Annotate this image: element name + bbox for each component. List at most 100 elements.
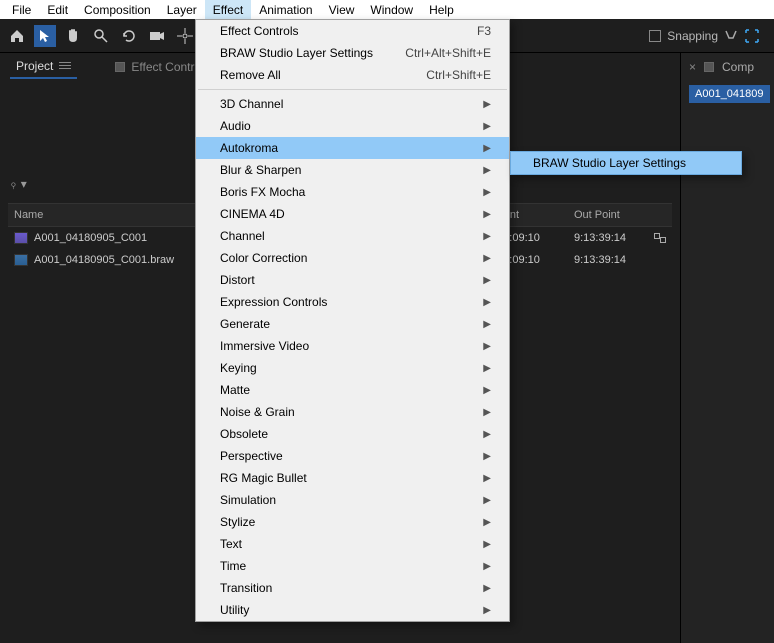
menu-item-category[interactable]: Immersive Video▶ [196, 335, 509, 357]
hand-tool-icon[interactable] [62, 25, 84, 47]
submenu-item[interactable]: BRAW Studio Layer Settings [511, 152, 741, 174]
submenu-arrow-icon: ▶ [483, 385, 491, 396]
menu-item-category[interactable]: Stylize▶ [196, 511, 509, 533]
menu-item-label: Boris FX Mocha [220, 185, 305, 199]
menu-item-label: 3D Channel [220, 97, 283, 111]
menu-item-category[interactable]: Expression Controls ▶ [196, 291, 509, 313]
submenu-arrow-icon: ▶ [483, 583, 491, 594]
menubar: File Edit Composition Layer Effect Anima… [0, 0, 774, 19]
menu-item-label: Simulation [220, 493, 276, 507]
menu-item-label: Text [220, 537, 242, 551]
menu-item-label: Expression Controls [220, 295, 327, 309]
menu-effect[interactable]: Effect [205, 0, 251, 19]
snapping-bounds-icon [744, 28, 760, 44]
menu-item-category[interactable]: Perspective▶ [196, 445, 509, 467]
menu-item-label: Effect Controls [220, 24, 298, 38]
menu-item-category[interactable]: Audio▶ [196, 115, 509, 137]
submenu-arrow-icon: ▶ [483, 187, 491, 198]
menu-item-category[interactable]: Noise & Grain ▶ [196, 401, 509, 423]
menu-item-category[interactable]: Channel ▶ [196, 225, 509, 247]
comp-chip[interactable]: A001_041809 [689, 85, 770, 103]
menu-item-category[interactable]: Obsolete▶ [196, 423, 509, 445]
submenu-arrow-icon: ▶ [483, 275, 491, 286]
menu-item-category[interactable]: Autokroma▶ [196, 137, 509, 159]
menu-edit[interactable]: Edit [39, 0, 76, 19]
close-panel-icon[interactable]: × [689, 60, 696, 74]
menu-item-category[interactable]: Text▶ [196, 533, 509, 555]
menu-file[interactable]: File [4, 0, 39, 19]
menu-item[interactable]: BRAW Studio Layer SettingsCtrl+Alt+Shift… [196, 42, 509, 64]
menu-item-label: Keying [220, 361, 257, 375]
home-icon[interactable] [6, 25, 28, 47]
menu-item-label: CINEMA 4D [220, 207, 285, 221]
menu-item-category[interactable]: Generate▶ [196, 313, 509, 335]
snapping-magnet-icon [724, 29, 738, 43]
menu-item-category[interactable]: Blur & Sharpen▶ [196, 159, 509, 181]
submenu-arrow-icon: ▶ [483, 319, 491, 330]
menu-shortcut: F3 [477, 24, 491, 38]
menu-item-category[interactable]: Keying ▶ [196, 357, 509, 379]
menu-composition[interactable]: Composition [76, 0, 159, 19]
tab-project-label: Project [16, 59, 53, 73]
menu-item-category[interactable]: Color Correction▶ [196, 247, 509, 269]
search-input[interactable]: ⌕▾ [10, 177, 27, 191]
menu-item-label: Remove All [220, 68, 281, 82]
hierarchy-icon [654, 233, 666, 243]
snapping-toggle[interactable]: Snapping [649, 28, 760, 44]
right-panel-tabs: × Comp [681, 53, 774, 81]
composition-icon [14, 232, 28, 244]
zoom-tool-icon[interactable] [90, 25, 112, 47]
submenu-arrow-icon: ▶ [483, 341, 491, 352]
submenu-arrow-icon: ▶ [483, 561, 491, 572]
menu-item-category[interactable]: Distort▶ [196, 269, 509, 291]
menu-item-category[interactable]: Transition ▶ [196, 577, 509, 599]
menu-item-category[interactable]: Boris FX Mocha ▶ [196, 181, 509, 203]
rotate-tool-icon[interactable] [118, 25, 140, 47]
menu-item-category[interactable]: Matte ▶ [196, 379, 509, 401]
menu-item[interactable]: Effect Controls F3 [196, 20, 509, 42]
menu-item-category[interactable]: CINEMA 4D▶ [196, 203, 509, 225]
menu-item-category[interactable]: Simulation▶ [196, 489, 509, 511]
menu-item-category[interactable]: RG Magic Bullet▶ [196, 467, 509, 489]
menu-item-category[interactable]: Time▶ [196, 555, 509, 577]
menu-item-label: Autokroma [220, 141, 278, 155]
menu-item-category[interactable]: Utility▶ [196, 599, 509, 621]
menu-view[interactable]: View [321, 0, 363, 19]
submenu-arrow-icon: ▶ [483, 253, 491, 264]
right-tab-label[interactable]: Comp [722, 60, 754, 74]
snapping-label: Snapping [667, 29, 718, 43]
menu-layer[interactable]: Layer [159, 0, 205, 19]
menu-item-label: Noise & Grain [220, 405, 295, 419]
submenu-arrow-icon: ▶ [483, 429, 491, 440]
submenu-arrow-icon: ▶ [483, 231, 491, 242]
menu-item-label: RG Magic Bullet [220, 471, 307, 485]
submenu-arrow-icon: ▶ [483, 297, 491, 308]
col-out[interactable]: Out Point [568, 204, 648, 226]
menu-item-label: Transition [220, 581, 272, 595]
menu-item-label: Stylize [220, 515, 255, 529]
selection-tool-icon[interactable] [34, 25, 56, 47]
menu-help[interactable]: Help [421, 0, 462, 19]
panel-menu-icon[interactable] [59, 62, 71, 70]
menu-animation[interactable]: Animation [251, 0, 320, 19]
submenu-arrow-icon: ▶ [483, 363, 491, 374]
menu-item-label: BRAW Studio Layer Settings [220, 46, 373, 60]
out-point-value: 9:13:39:14 [568, 249, 648, 271]
menu-window[interactable]: Window [362, 0, 421, 19]
anchor-tool-icon[interactable] [174, 25, 196, 47]
effect-submenu: BRAW Studio Layer Settings [510, 151, 742, 175]
submenu-arrow-icon: ▶ [483, 407, 491, 418]
item-name: A001_04180905_C001.braw [34, 254, 174, 266]
menu-item-category[interactable]: 3D Channel ▶ [196, 93, 509, 115]
menu-shortcut: Ctrl+Shift+E [426, 68, 491, 82]
tab-project[interactable]: Project [10, 55, 77, 79]
submenu-arrow-icon: ▶ [483, 451, 491, 462]
menu-item[interactable]: Remove All Ctrl+Shift+E [196, 64, 509, 86]
submenu-arrow-icon: ▶ [483, 99, 491, 110]
snapping-checkbox-icon [649, 30, 661, 42]
camera-tool-icon[interactable] [146, 25, 168, 47]
menu-item-label: Channel [220, 229, 265, 243]
menu-item-label: Audio [220, 119, 251, 133]
menu-item-label: Matte [220, 383, 250, 397]
tab-effect-controls-label: Effect Control [131, 60, 203, 74]
